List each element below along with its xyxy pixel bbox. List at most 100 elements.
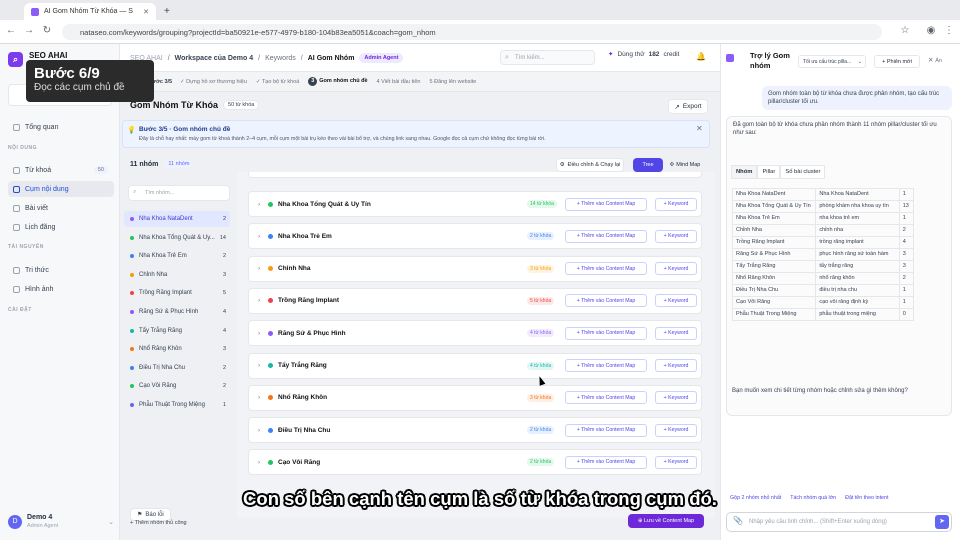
user-menu[interactable]: D Demo 4 Admin Agent ⌄: [8, 510, 114, 534]
sidebar-item-images[interactable]: Hình ảnh: [8, 281, 114, 297]
notification-bell-icon[interactable]: 🔔: [696, 52, 706, 61]
credit-indicator[interactable]: ✦ Dùng thử 182 credit: [608, 50, 680, 59]
assistant-input[interactable]: Nhập yêu cầu tinh chỉnh... (Shift+Enter …: [726, 512, 952, 532]
close-tab-icon[interactable]: ✕: [143, 8, 149, 16]
url-field[interactable]: nataseo.com/keywords/grouping?projectId=…: [62, 24, 882, 40]
cluster-color-dot: [268, 298, 273, 304]
group-list-item[interactable]: Răng Sứ & Phục Hình 4: [124, 304, 230, 320]
add-keyword-button[interactable]: + Keyword: [655, 229, 697, 243]
step-done[interactable]: ✓ Tạo bộ từ khoá: [256, 79, 299, 85]
new-session-button[interactable]: + Phiên mới: [874, 55, 920, 68]
add-keyword-button[interactable]: + Keyword: [655, 391, 697, 405]
sidebar-item-clusters[interactable]: Cụm nội dung: [8, 181, 114, 197]
cluster-card[interactable]: › Điều Trị Nha Chu 2 từ khóa + Thêm vào Con…: [248, 417, 702, 444]
forward-icon[interactable]: →: [22, 25, 36, 36]
browser-menu-icon[interactable]: ⋮: [942, 25, 956, 36]
export-button[interactable]: ↗ Export: [668, 99, 708, 114]
hide-panel-button[interactable]: ✕ Ẩn: [928, 56, 942, 64]
chevron-right-icon[interactable]: ›: [258, 330, 268, 337]
sidebar-item-articles[interactable]: Bài viết: [8, 200, 114, 216]
group-list-header: 11 nhóm 11 nhóm: [130, 160, 194, 168]
group-list-item[interactable]: Nha Khoa Tổng Quát & Uy... 14: [124, 230, 230, 246]
sidebar-item-knowledge[interactable]: Tri thức: [8, 262, 114, 278]
cluster-card[interactable]: › Cạo Vôi Răng 2 từ khóa + Thêm vào Content…: [248, 449, 702, 476]
group-list-item[interactable]: Phẫu Thuật Trong Miệng 1: [124, 397, 230, 413]
group-search-input[interactable]: Tìm nhóm...: [128, 185, 230, 201]
chevron-right-icon[interactable]: ›: [258, 459, 268, 466]
section-resources-label: TÀI NGUYÊN: [8, 244, 44, 250]
chevron-right-icon[interactable]: ›: [258, 297, 268, 304]
back-icon[interactable]: ←: [4, 25, 18, 36]
chevron-right-icon[interactable]: ›: [258, 427, 268, 434]
step-done[interactable]: ✓ Dựng hồ sơ thương hiệu: [180, 79, 247, 85]
flag-icon: ⚑: [137, 512, 143, 518]
step-current[interactable]: 3 Gom nhóm chủ đề: [308, 77, 368, 86]
crumb-workspace[interactable]: Workspace của Demo 4: [175, 55, 253, 62]
attach-icon[interactable]: 📎: [733, 516, 743, 525]
chevron-right-icon[interactable]: ›: [258, 233, 268, 240]
mode-select[interactable]: Tối ưu cấu trúc pilla... ⌄: [798, 55, 866, 68]
cluster-card[interactable]: › Tẩy Trắng Răng 4 từ khóa + Thêm vào Conte…: [248, 352, 702, 379]
add-to-content-map-button[interactable]: + Thêm vào Content Map: [565, 455, 647, 469]
group-list-item[interactable]: Cạo Vôi Răng 2: [124, 378, 230, 394]
add-group-button[interactable]: + Thêm nhóm thủ công: [130, 520, 187, 526]
cluster-card[interactable]: › Nha Khoa Tổng Quát & Uy Tín 14 từ khóa + …: [248, 191, 702, 217]
sidebar-item-schedule[interactable]: Lịch đăng: [8, 219, 114, 235]
profile-icon[interactable]: ◉: [924, 25, 938, 36]
group-list-item[interactable]: Chỉnh Nha 3: [124, 267, 230, 283]
mindmap-view-button[interactable]: ✣ Mind Map: [667, 158, 703, 172]
add-keyword-button[interactable]: + Keyword: [655, 326, 697, 340]
keyword-count-pill: 2 từ khóa: [527, 458, 555, 467]
group-list-item[interactable]: Nha Khoa Trẻ Em 2: [124, 248, 230, 264]
add-keyword-button[interactable]: + Keyword: [655, 197, 697, 211]
export-icon: ↗: [674, 103, 680, 111]
close-icon[interactable]: ✕: [696, 124, 703, 133]
credit-unit: credit: [663, 50, 680, 58]
chevron-right-icon[interactable]: ›: [258, 265, 268, 272]
group-name: Nha Khoa NataDent: [139, 216, 193, 222]
step-next[interactable]: 4 Viết bài đầu tiên: [377, 79, 421, 85]
group-list-item[interactable]: Nhổ Răng Khôn 3: [124, 341, 230, 357]
add-to-content-map-button[interactable]: + Thêm vào Content Map: [565, 359, 647, 372]
search-icon: ⌕: [505, 54, 509, 61]
tree-view-button[interactable]: Tree: [633, 158, 663, 172]
browser-tab[interactable]: AI Gom Nhóm Từ Khóa — S ✕: [24, 3, 156, 20]
group-list-item[interactable]: Nha Khoa NataDent 2: [124, 211, 230, 227]
chevron-right-icon[interactable]: ›: [258, 362, 268, 369]
add-to-content-map-button[interactable]: + Thêm vào Content Map: [565, 423, 647, 437]
new-tab-icon[interactable]: +: [164, 6, 170, 17]
crumb-keywords[interactable]: Keywords: [265, 55, 296, 62]
group-list-item[interactable]: Điều Trị Nha Chu 2: [124, 360, 230, 376]
group-list-item[interactable]: Tẩy Trắng Răng 4: [124, 323, 230, 339]
cluster-card[interactable]: › Răng Sứ & Phục Hình 4 từ khóa + Thêm vào …: [248, 320, 702, 347]
add-to-content-map-button[interactable]: + Thêm vào Content Map: [565, 229, 647, 243]
add-to-content-map-button[interactable]: + Thêm vào Content Map: [565, 197, 647, 211]
cluster-card[interactable]: › Chỉnh Nha 3 từ khóa + Thêm vào Content Ma…: [248, 255, 702, 282]
cluster-card[interactable]: › Trồng Răng Implant 5 từ khóa + Thêm vào C…: [248, 287, 702, 314]
add-keyword-button[interactable]: + Keyword: [655, 359, 697, 372]
add-keyword-button[interactable]: + Keyword: [655, 423, 697, 437]
step-next[interactable]: 5 Đăng lên website: [430, 79, 477, 85]
add-keyword-button[interactable]: + Keyword: [655, 262, 697, 276]
bookmark-star-icon[interactable]: ☆: [898, 25, 912, 36]
add-to-content-map-button[interactable]: + Thêm vào Content Map: [565, 294, 647, 308]
sidebar-item-overview[interactable]: Tổng quan: [8, 119, 114, 135]
add-keyword-button[interactable]: + Keyword: [655, 455, 697, 469]
chevron-right-icon[interactable]: ›: [258, 201, 268, 208]
add-to-content-map-button[interactable]: + Thêm vào Content Map: [565, 262, 647, 276]
group-list-item[interactable]: Trồng Răng Implant 5: [124, 285, 230, 301]
add-keyword-button[interactable]: + Keyword: [655, 294, 697, 308]
reload-icon[interactable]: ↻: [40, 25, 54, 36]
global-search-input[interactable]: Tìm kiếm...: [500, 50, 595, 65]
add-to-content-map-button[interactable]: + Thêm vào Content Map: [565, 326, 647, 340]
save-content-map-button[interactable]: ⊕ Lưu về Content Map: [628, 514, 704, 528]
adjust-rerun-button[interactable]: ⚙ Điều chỉnh & Chạy lại: [556, 158, 624, 172]
cluster-card[interactable]: › Nha Khoa Trẻ Em 2 từ khóa + Thêm vào Cont…: [248, 223, 702, 250]
group-color-dot: [130, 347, 134, 352]
cluster-name: Nha Khoa Trẻ Em: [278, 232, 332, 240]
add-to-content-map-button[interactable]: + Thêm vào Content Map: [565, 391, 647, 405]
cluster-card[interactable]: › Nhổ Răng Khôn 3 từ khóa + Thêm vào Conten…: [248, 384, 702, 411]
sidebar-item-keywords[interactable]: Từ khoá 50: [8, 162, 114, 178]
chevron-right-icon[interactable]: ›: [258, 394, 268, 401]
send-button[interactable]: ➤: [935, 515, 949, 529]
